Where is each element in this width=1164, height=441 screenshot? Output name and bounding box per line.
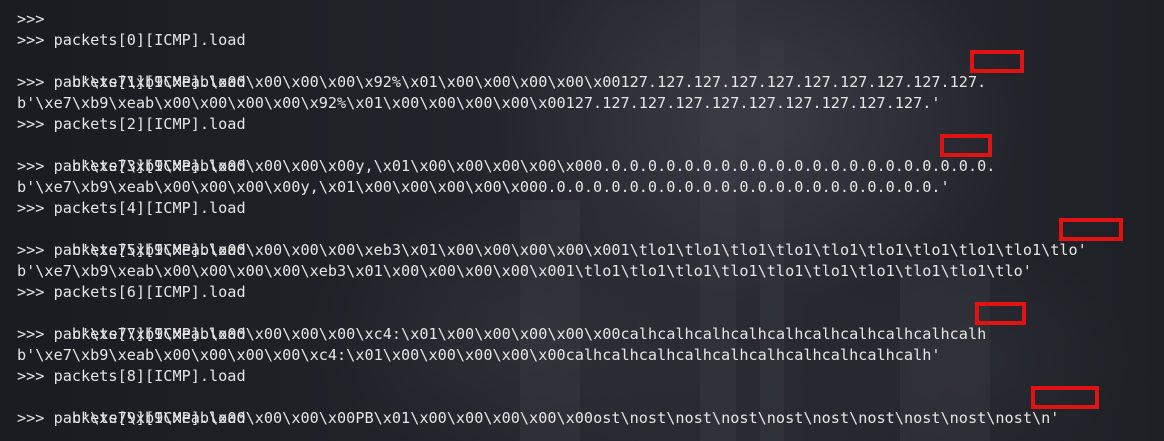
output-line: b'\xe7\xb9\xeab\x00\x00\x00\x00\x92%\x01… bbox=[17, 50, 1087, 91]
output-line: b'\xe7\xb9\xeab\x00\x00\x00\x00\xeb3\x01… bbox=[17, 218, 1123, 259]
highlight-box bbox=[970, 50, 1024, 73]
highlight-box bbox=[1031, 386, 1099, 409]
prompt-line: >>> packets[6][ICMP].load bbox=[17, 283, 246, 301]
prompt-line: >>> packets[7][ICMP].load bbox=[17, 325, 246, 343]
output-line: b'\xe7\xb9\xeab\x00\x00\x00\x00\xc4:\x01… bbox=[17, 346, 941, 364]
output-line: b'\xe7\xb9\xeab\x00\x00\x00\x00\x92%\x01… bbox=[17, 94, 941, 112]
output-line: b'\xe7\xb9\xeab\x00\x00\x00\x00\xc4:\x01… bbox=[17, 302, 1087, 343]
prompt-line: >>> packets[3][ICMP].load bbox=[17, 157, 246, 175]
terminal-output[interactable]: >>> >>> packets[0][ICMP].load b'\xe7\xb9… bbox=[17, 9, 1123, 429]
highlight-box bbox=[975, 302, 1026, 325]
highlight-box bbox=[940, 134, 992, 157]
prompt-line: >>> packets[8][ICMP].load bbox=[17, 367, 246, 385]
prompt-line: >>> packets[1][ICMP].load bbox=[17, 73, 246, 91]
output-line: b'\xe7\xb9\xeab\x00\x00\x00\x00PB\x01\x0… bbox=[17, 386, 1099, 427]
output-line: b'\xe7\xb9\xeab\x00\x00\x00\x00y,\x01\x0… bbox=[17, 134, 1087, 175]
prompt-line: >>> packets[2][ICMP].load bbox=[17, 115, 246, 133]
prompt-line: >>> packets[0][ICMP].load bbox=[17, 31, 246, 49]
prompt-line: >>> packets[4][ICMP].load bbox=[17, 199, 246, 217]
prompt-line: >>> packets[9][ICMP].load bbox=[17, 409, 246, 427]
prompt-line: >>> packets[5][ICMP].load bbox=[17, 241, 246, 259]
output-line: b'\xe7\xb9\xeab\x00\x00\x00\x00\xeb3\x01… bbox=[17, 262, 1032, 280]
highlight-box bbox=[1059, 218, 1123, 241]
output-line: b'\xe7\xb9\xeab\x00\x00\x00\x00y,\x01\x0… bbox=[17, 178, 950, 196]
terminal-window[interactable]: >>> >>> packets[0][ICMP].load b'\xe7\xb9… bbox=[0, 0, 1164, 441]
prompt-line: >>> bbox=[17, 10, 45, 28]
